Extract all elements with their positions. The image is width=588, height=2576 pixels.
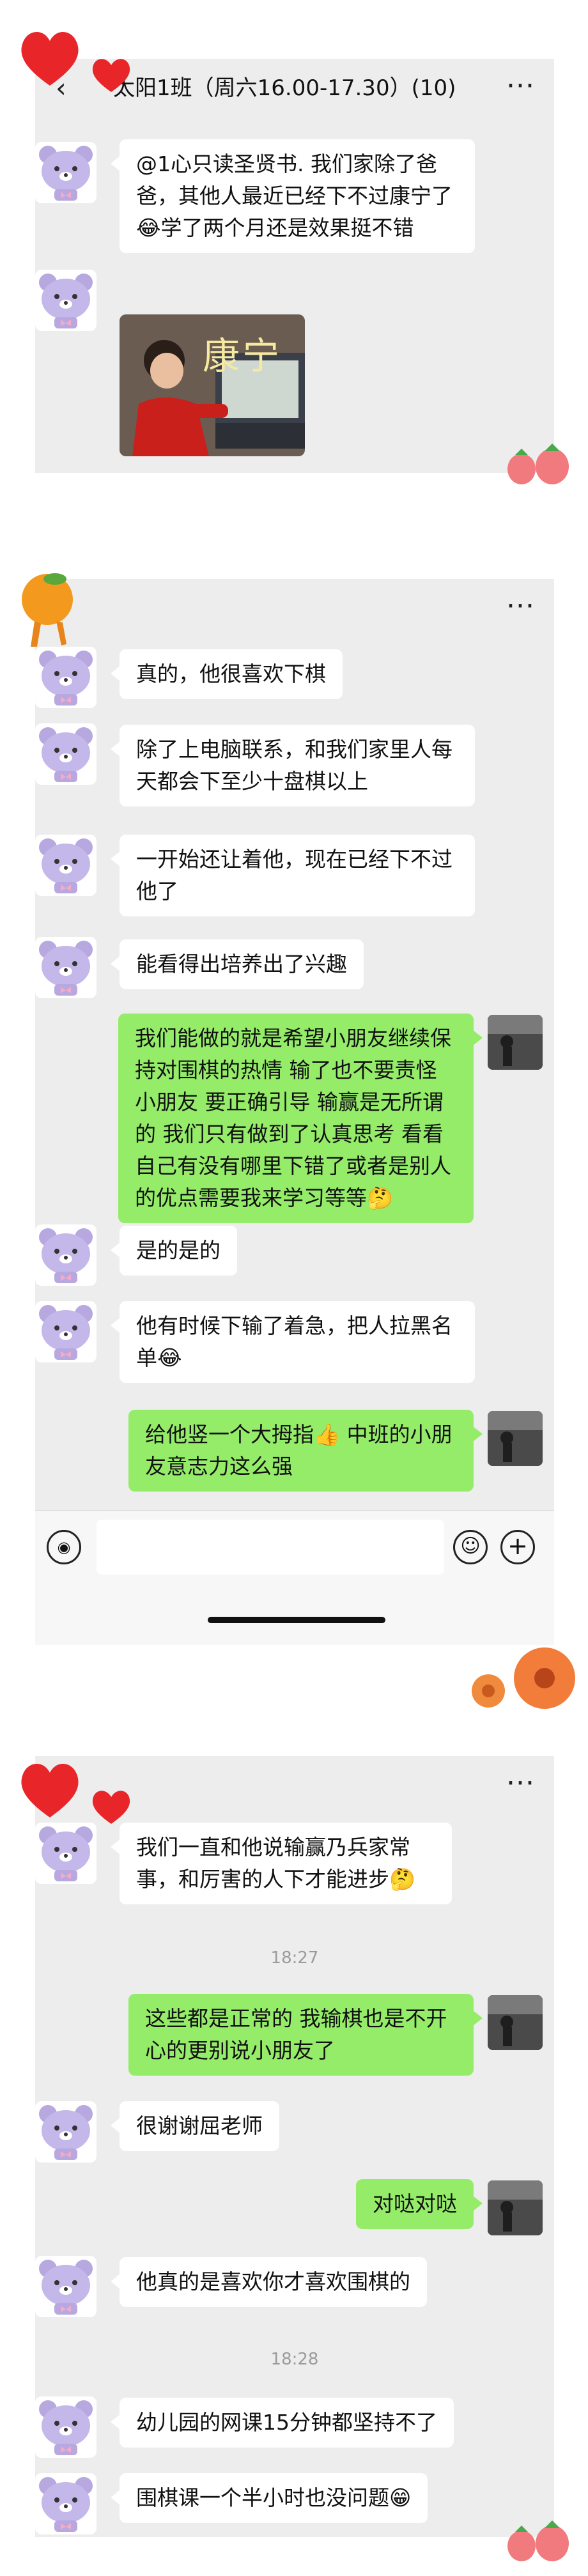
message-bubble: 我们一直和他说输赢乃兵家常事，和厉害的人下才能进步🤔 xyxy=(111,1823,452,1904)
emoji-icon[interactable]: ☺ xyxy=(453,1530,488,1564)
bear-avatar-icon xyxy=(39,1826,93,1881)
bear-avatar-icon xyxy=(39,941,93,996)
chat-title: 太阳1班（周六16.00-17.30）(10) xyxy=(113,75,456,101)
avatar-bear[interactable] xyxy=(35,1224,97,1286)
message-bubble-outgoing: 我们能做的就是希望小朋友继续保持对围棋的热情 输了也不要责怪小朋友 要正确引导 … xyxy=(118,1014,483,1223)
self-avatar-icon xyxy=(488,1995,543,2050)
shared-photo[interactable]: 康宁 xyxy=(120,314,305,456)
avatar-self[interactable] xyxy=(488,1015,543,1070)
orange-sticker-icon xyxy=(22,573,73,647)
timestamp: 18:28 xyxy=(270,2350,319,2369)
message-bubble: 能看得出培养出了兴趣 xyxy=(111,939,364,989)
self-avatar-icon xyxy=(488,1411,543,1466)
more-icon[interactable]: ··· xyxy=(506,64,535,109)
message-bubble: 幼儿园的网课15分钟都坚持不了 xyxy=(111,2398,454,2448)
bear-avatar-icon xyxy=(39,2105,93,2160)
message-bubble: 他真的是喜欢你才喜欢围棋的 xyxy=(111,2257,427,2307)
avatar-bear[interactable] xyxy=(35,835,97,896)
more-icon[interactable]: ··· xyxy=(506,1761,535,1806)
chat-screenshot-3: ‹ ··· 我们一直和他说输赢乃兵家常事，和厉害的人下才能进步🤔 18:27 这… xyxy=(35,1756,554,2537)
strawberry-sticker-icon xyxy=(507,443,569,484)
timestamp: 18:27 xyxy=(270,1948,319,1968)
message-bubble-outgoing: 对哒对哒 xyxy=(356,2179,483,2229)
chat-input-bar: ◉ ☺ + xyxy=(35,1510,554,1645)
bear-avatar-icon xyxy=(39,727,93,782)
heart-sticker-icon xyxy=(21,31,79,86)
bear-avatar-icon xyxy=(39,1228,93,1283)
self-avatar-icon xyxy=(488,1015,543,1070)
avatar-bear[interactable] xyxy=(35,2473,97,2534)
strawberry-sticker-icon xyxy=(507,2520,569,2561)
message-input[interactable] xyxy=(97,1520,444,1575)
message-bubble: 围棋课一个半小时也没问题😁 xyxy=(110,2473,428,2523)
message-bubble: 真的，他很喜欢下棋 xyxy=(111,649,343,699)
chat-screenshot-1: ‹ 太阳1班（周六16.00-17.30）(10) ··· @1心只读圣贤书. … xyxy=(35,59,554,473)
avatar-bear[interactable] xyxy=(35,142,97,203)
photo-caption: 康宁 xyxy=(203,334,282,378)
plus-icon[interactable]: + xyxy=(500,1530,535,1564)
bear-avatar-icon xyxy=(39,838,93,893)
bear-avatar-icon xyxy=(39,651,93,706)
message-bubble-outgoing: 给他竖一个大拇指👍 中班的小朋友意志力这么强 xyxy=(128,1410,483,1492)
bear-avatar-icon xyxy=(39,1305,93,1360)
voice-icon[interactable]: ◉ xyxy=(47,1530,81,1564)
avatar-self[interactable] xyxy=(488,1411,543,1466)
message-bubble: 一开始还让着他，现在已经下不过他了 xyxy=(111,835,475,916)
bear-avatar-icon xyxy=(39,146,93,201)
chat-screenshot-2: ··· 真的，他很喜欢下棋 除了上电脑联系，和我们家里人每天都会下至少十盘棋以上… xyxy=(35,579,554,1645)
avatar-self[interactable] xyxy=(488,2180,543,2235)
avatar-bear[interactable] xyxy=(35,723,97,785)
message-bubble: 除了上电脑联系，和我们家里人每天都会下至少十盘棋以上 xyxy=(111,725,475,806)
message-bubble: 他有时候下输了着急，把人拉黑名单😂 xyxy=(111,1301,475,1383)
heart-sticker-icon xyxy=(92,1791,130,1824)
avatar-bear[interactable] xyxy=(35,2256,97,2317)
avatar-bear[interactable] xyxy=(35,1301,97,1362)
self-avatar-icon xyxy=(488,2180,543,2235)
avatar-bear[interactable] xyxy=(35,647,97,708)
bear-avatar-icon xyxy=(39,274,93,328)
flower-sticker-icon xyxy=(472,1647,575,1709)
avatar-bear[interactable] xyxy=(35,937,97,998)
bear-avatar-icon xyxy=(39,2260,93,2315)
message-bubble: @1心只读圣贤书. 我们家除了爸爸，其他人最近已经下不过康宁了😂学了两个月还是效… xyxy=(111,139,475,253)
heart-sticker-icon xyxy=(92,59,130,92)
avatar-bear[interactable] xyxy=(35,2101,97,2163)
avatar-self[interactable] xyxy=(488,1995,543,2050)
chat-header: ··· xyxy=(35,579,554,638)
avatar-bear[interactable] xyxy=(35,270,97,331)
more-icon[interactable]: ··· xyxy=(506,584,535,629)
home-indicator xyxy=(208,1617,385,1623)
bear-avatar-icon xyxy=(39,2477,93,2532)
heart-sticker-icon xyxy=(21,1763,79,1817)
avatar-bear[interactable] xyxy=(35,2396,97,2458)
message-bubble: 是的是的 xyxy=(111,1226,237,1276)
bear-avatar-icon xyxy=(39,2400,93,2455)
avatar-bear[interactable] xyxy=(35,1823,97,1884)
message-bubble: 很谢谢屈老师 xyxy=(111,2101,279,2151)
message-bubble-outgoing: 这些都是正常的 我输棋也是不开心的更别说小朋友了 xyxy=(128,1994,483,2076)
